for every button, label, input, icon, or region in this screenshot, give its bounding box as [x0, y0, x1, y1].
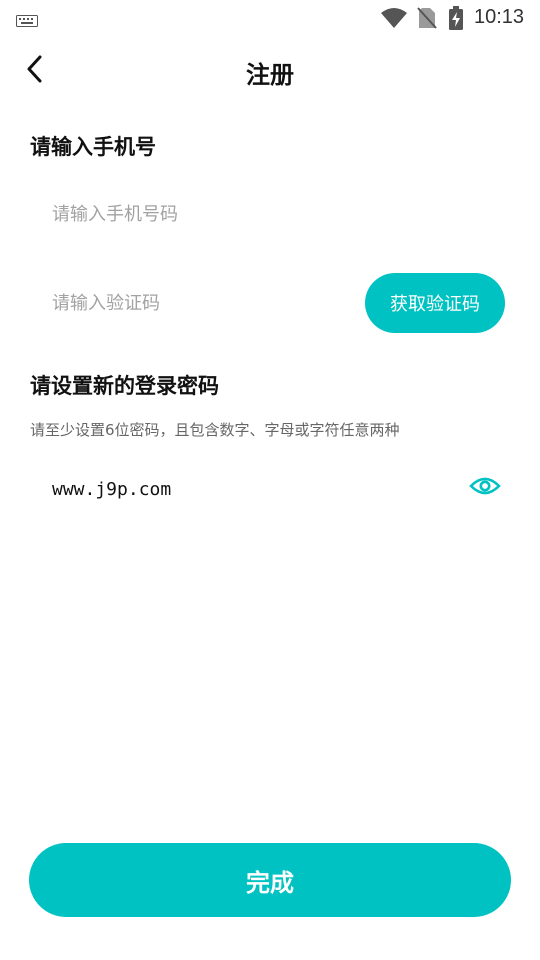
status-bar: 10:13	[0, 0, 540, 36]
verification-code-input[interactable]	[30, 279, 350, 327]
wifi-icon	[380, 7, 408, 33]
submit-button[interactable]: 完成	[29, 843, 511, 917]
eye-icon	[469, 475, 501, 501]
battery-charging-icon	[448, 6, 464, 34]
password-section-title: 请设置新的登录密码	[30, 374, 219, 398]
get-code-button[interactable]: 获取验证码	[365, 273, 505, 333]
keyboard-icon	[16, 12, 38, 31]
password-hint: 请至少设置6位密码，且包含数字、字母或字符任意两种	[30, 421, 400, 439]
password-visibility-toggle[interactable]	[467, 473, 503, 503]
phone-input[interactable]	[30, 190, 510, 238]
password-input[interactable]	[30, 465, 450, 513]
phone-section-title: 请输入手机号	[30, 135, 156, 159]
status-time: 10:13	[474, 6, 525, 28]
page-title: 注册	[246, 61, 294, 89]
no-sim-icon	[417, 7, 437, 33]
